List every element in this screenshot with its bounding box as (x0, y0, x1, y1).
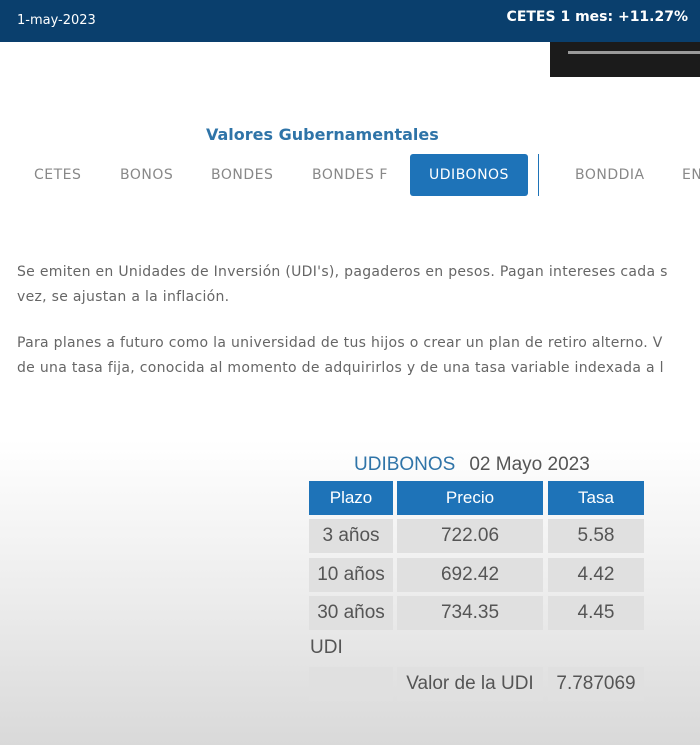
tab-bonddia[interactable]: BONDDIA (575, 154, 645, 196)
tab-bondes[interactable]: BONDES (211, 154, 273, 196)
rates-table-name: UDIBONOS (354, 454, 456, 475)
description-text: Para planes a futuro como la universidad… (17, 335, 663, 351)
table-cell-precio: 722.06 (397, 519, 543, 553)
instrument-tabs: CETES BONOS BONDES BONDES F UDIBONOS BON… (0, 154, 700, 196)
table-cell-precio: 692.42 (397, 558, 543, 592)
cetes-ticker[interactable]: CETES 1 mes: +11.27% (507, 9, 688, 25)
udi-empty-cell (309, 667, 393, 701)
video-progress-bar[interactable] (568, 51, 700, 54)
description-text: vez, se ajustan a la inflación. (17, 289, 230, 305)
rates-table-date: 02 Mayo 2023 (469, 454, 590, 475)
video-player[interactable] (550, 42, 700, 77)
column-header-plazo: Plazo (309, 481, 393, 515)
table-cell-tasa: 4.42 (548, 558, 644, 592)
table-cell-tasa: 4.45 (548, 596, 644, 630)
udi-value: 7.787069 (548, 667, 644, 701)
tab-cetes[interactable]: CETES (34, 154, 81, 196)
current-date: 1-may-2023 (17, 13, 96, 28)
description-text: Se emiten en Unidades de Inversión (UDI'… (17, 264, 668, 280)
udi-value-label: Valor de la UDI (397, 667, 543, 701)
tab-bondes-f[interactable]: BONDES F (312, 154, 388, 196)
column-header-tasa: Tasa (548, 481, 644, 515)
tab-udibonos[interactable]: UDIBONOS (410, 154, 528, 196)
description-text: de una tasa fija, conocida al momento de… (17, 360, 664, 376)
section-title: Valores Gubernamentales (206, 125, 439, 144)
column-header-precio: Precio (397, 481, 543, 515)
table-cell-plazo: 10 años (309, 558, 393, 592)
udi-label: UDI (310, 637, 343, 658)
top-bar: 1-may-2023 CETES 1 mes: +11.27% (0, 0, 700, 42)
tab-divider (538, 154, 539, 196)
table-cell-plazo: 30 años (309, 596, 393, 630)
rates-table-heading: UDIBONOS 02 Mayo 2023 (354, 454, 590, 476)
tab-bonos[interactable]: BONOS (120, 154, 173, 196)
table-cell-precio: 734.35 (397, 596, 543, 630)
tab-en[interactable]: EN (682, 154, 700, 196)
table-cell-tasa: 5.58 (548, 519, 644, 553)
table-cell-plazo: 3 años (309, 519, 393, 553)
